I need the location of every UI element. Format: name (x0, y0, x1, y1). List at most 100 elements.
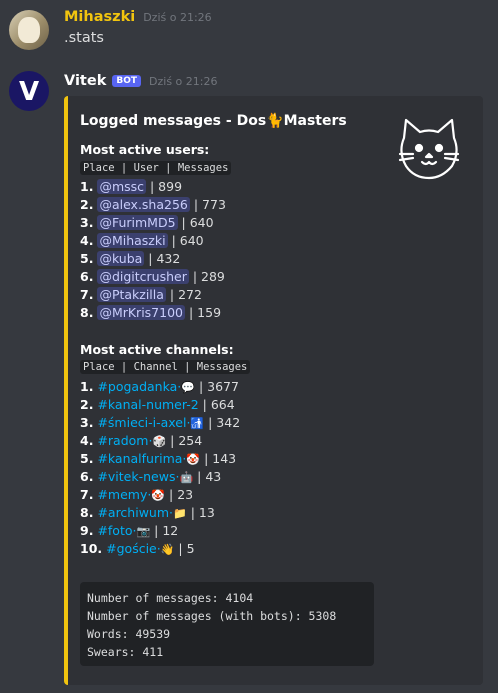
channel-name[interactable]: #foto· (97, 523, 136, 538)
user-row: 1. @mssc | 899 (80, 179, 182, 197)
user-row: 3. @FurimMD5 | 640 (80, 215, 214, 233)
channel-row: 2. #kanal-numer-2 | 664 (80, 397, 235, 415)
channel-link[interactable]: #foto·📷 (97, 523, 150, 538)
user-mention[interactable]: @Ptakzilla (97, 287, 166, 302)
channel-row: 10. #goście·👋 | 5 (80, 541, 195, 559)
user-count: | 640 (181, 215, 214, 230)
users-table-header: Place | User | Messages (80, 161, 232, 175)
avatar[interactable] (9, 10, 49, 50)
channel-row: 3. #śmieci-i-axel·🚮 | 342 (80, 415, 240, 433)
user-mention[interactable]: @digitcrusher (97, 269, 189, 284)
user-row: 7. @Ptakzilla | 272 (80, 287, 202, 305)
channel-place: 2. (80, 397, 94, 412)
channel-link[interactable]: #archiwum·📁 (97, 505, 186, 520)
timestamp: Dziś o 21:26 (149, 75, 218, 88)
channel-place: 3. (80, 415, 94, 430)
avatar[interactable]: V (9, 71, 49, 111)
channel-name[interactable]: #memy· (97, 487, 151, 502)
channel-emoji-icon: 🤖 (179, 471, 194, 484)
user-count: | 640 (171, 233, 204, 248)
stats-embed: Logged messages - Dos🐈Masters Most activ… (64, 96, 483, 685)
user-count: | 289 (192, 269, 225, 284)
timestamp: Dziś o 21:26 (143, 11, 212, 24)
user-mention[interactable]: @FurimMD5 (97, 215, 178, 230)
channel-name[interactable]: #pogadanka· (97, 379, 181, 394)
user-row: 4. @Mihaszki | 640 (80, 233, 204, 251)
cat-face-icon[interactable] (394, 116, 464, 186)
channel-place: 4. (80, 433, 94, 448)
channel-count: | 13 (190, 505, 215, 520)
channel-name[interactable]: #kanalfurima· (97, 451, 186, 466)
user-mention[interactable]: @alex.sha256 (97, 197, 190, 212)
channel-emoji-icon: 🤡 (151, 489, 166, 502)
channel-link[interactable]: #kanal-numer-2 (97, 397, 198, 412)
message-header: Vitek BOT Dziś o 21:26 (64, 73, 217, 89)
channel-place: 9. (80, 523, 94, 538)
message-header: Mihaszki Dziś o 21:26 (64, 9, 212, 25)
channel-count: | 254 (170, 433, 203, 448)
channel-row: 9. #foto·📷 | 12 (80, 523, 178, 541)
channel-count: | 43 (197, 469, 222, 484)
user-row: 5. @kuba | 432 (80, 251, 180, 269)
stats-code-block: Number of messages: 4104 Number of messa… (80, 582, 374, 666)
embed-title: Logged messages - Dos🐈Masters (80, 113, 347, 129)
channel-link[interactable]: #vitek-news·🤖 (97, 469, 193, 484)
stat-line: Number of messages: 4104 (87, 591, 254, 605)
channel-emoji-icon: 👋 (160, 543, 175, 556)
channel-link[interactable]: #goście·👋 (106, 541, 174, 556)
channel-count: | 3677 (198, 379, 239, 394)
user-mention[interactable]: @Mihaszki (97, 233, 168, 248)
users-heading: Most active users: (80, 142, 210, 157)
message-text: .stats (64, 30, 104, 46)
user-place: 1. (80, 179, 94, 194)
author-name[interactable]: Mihaszki (64, 9, 135, 25)
channel-place: 5. (80, 451, 94, 466)
channel-name[interactable]: #goście· (106, 541, 161, 556)
channel-emoji-icon: 💬 (181, 381, 195, 394)
user-row: 8. @MrKris7100 | 159 (80, 305, 221, 323)
user-count: | 899 (150, 179, 183, 194)
channel-link[interactable]: #kanalfurima·🤡 (97, 451, 200, 466)
channel-count: | 5 (178, 541, 195, 556)
channel-emoji-icon: 🤡 (186, 453, 201, 466)
channel-row: 4. #radom·🎲 | 254 (80, 433, 202, 451)
user-place: 3. (80, 215, 94, 230)
user-mention[interactable]: @MrKris7100 (97, 305, 185, 320)
user-place: 2. (80, 197, 94, 212)
user-row: 2. @alex.sha256 | 773 (80, 197, 226, 215)
channel-name[interactable]: #kanal-numer-2 (97, 397, 198, 412)
channels-table-header: Place | Channel | Messages (80, 360, 251, 374)
channel-emoji-icon: 🚮 (190, 417, 205, 430)
channel-row: 5. #kanalfurima·🤡 | 143 (80, 451, 236, 469)
user-place: 7. (80, 287, 94, 302)
channel-name[interactable]: #vitek-news· (97, 469, 179, 484)
user-place: 8. (80, 305, 94, 320)
channel-row: 1. #pogadanka·💬 | 3677 (80, 379, 239, 397)
channel-place: 6. (80, 469, 94, 484)
channel-count: | 664 (202, 397, 235, 412)
channel-link[interactable]: #memy·🤡 (97, 487, 165, 502)
channel-link[interactable]: #śmieci-i-axel·🚮 (97, 415, 204, 430)
author-name[interactable]: Vitek (64, 73, 106, 89)
channel-name[interactable]: #radom· (97, 433, 152, 448)
avatar-letter: V (18, 77, 40, 107)
channel-emoji-icon: 📷 (136, 525, 151, 538)
channel-row: 6. #vitek-news·🤖 | 43 (80, 469, 221, 487)
channel-emoji-icon: 📁 (173, 507, 187, 520)
channel-count: | 143 (204, 451, 237, 466)
user-count: | 159 (188, 305, 222, 320)
channel-name[interactable]: #archiwum· (97, 505, 173, 520)
channel-row: 7. #memy·🤡 | 23 (80, 487, 193, 505)
channel-link[interactable]: #pogadanka·💬 (97, 379, 195, 394)
channel-link[interactable]: #radom·🎲 (97, 433, 166, 448)
stat-line: Swears: 411 (87, 645, 164, 659)
channel-emoji-icon: 🎲 (152, 435, 167, 448)
user-count: | 272 (169, 287, 202, 302)
user-place: 6. (80, 269, 94, 284)
user-mention[interactable]: @mssc (97, 179, 147, 194)
user-mention[interactable]: @kuba (97, 251, 145, 266)
channel-row: 8. #archiwum·📁 | 13 (80, 505, 215, 523)
channel-place: 10. (80, 541, 103, 556)
channel-name[interactable]: #śmieci-i-axel· (97, 415, 190, 430)
channel-place: 7. (80, 487, 94, 502)
